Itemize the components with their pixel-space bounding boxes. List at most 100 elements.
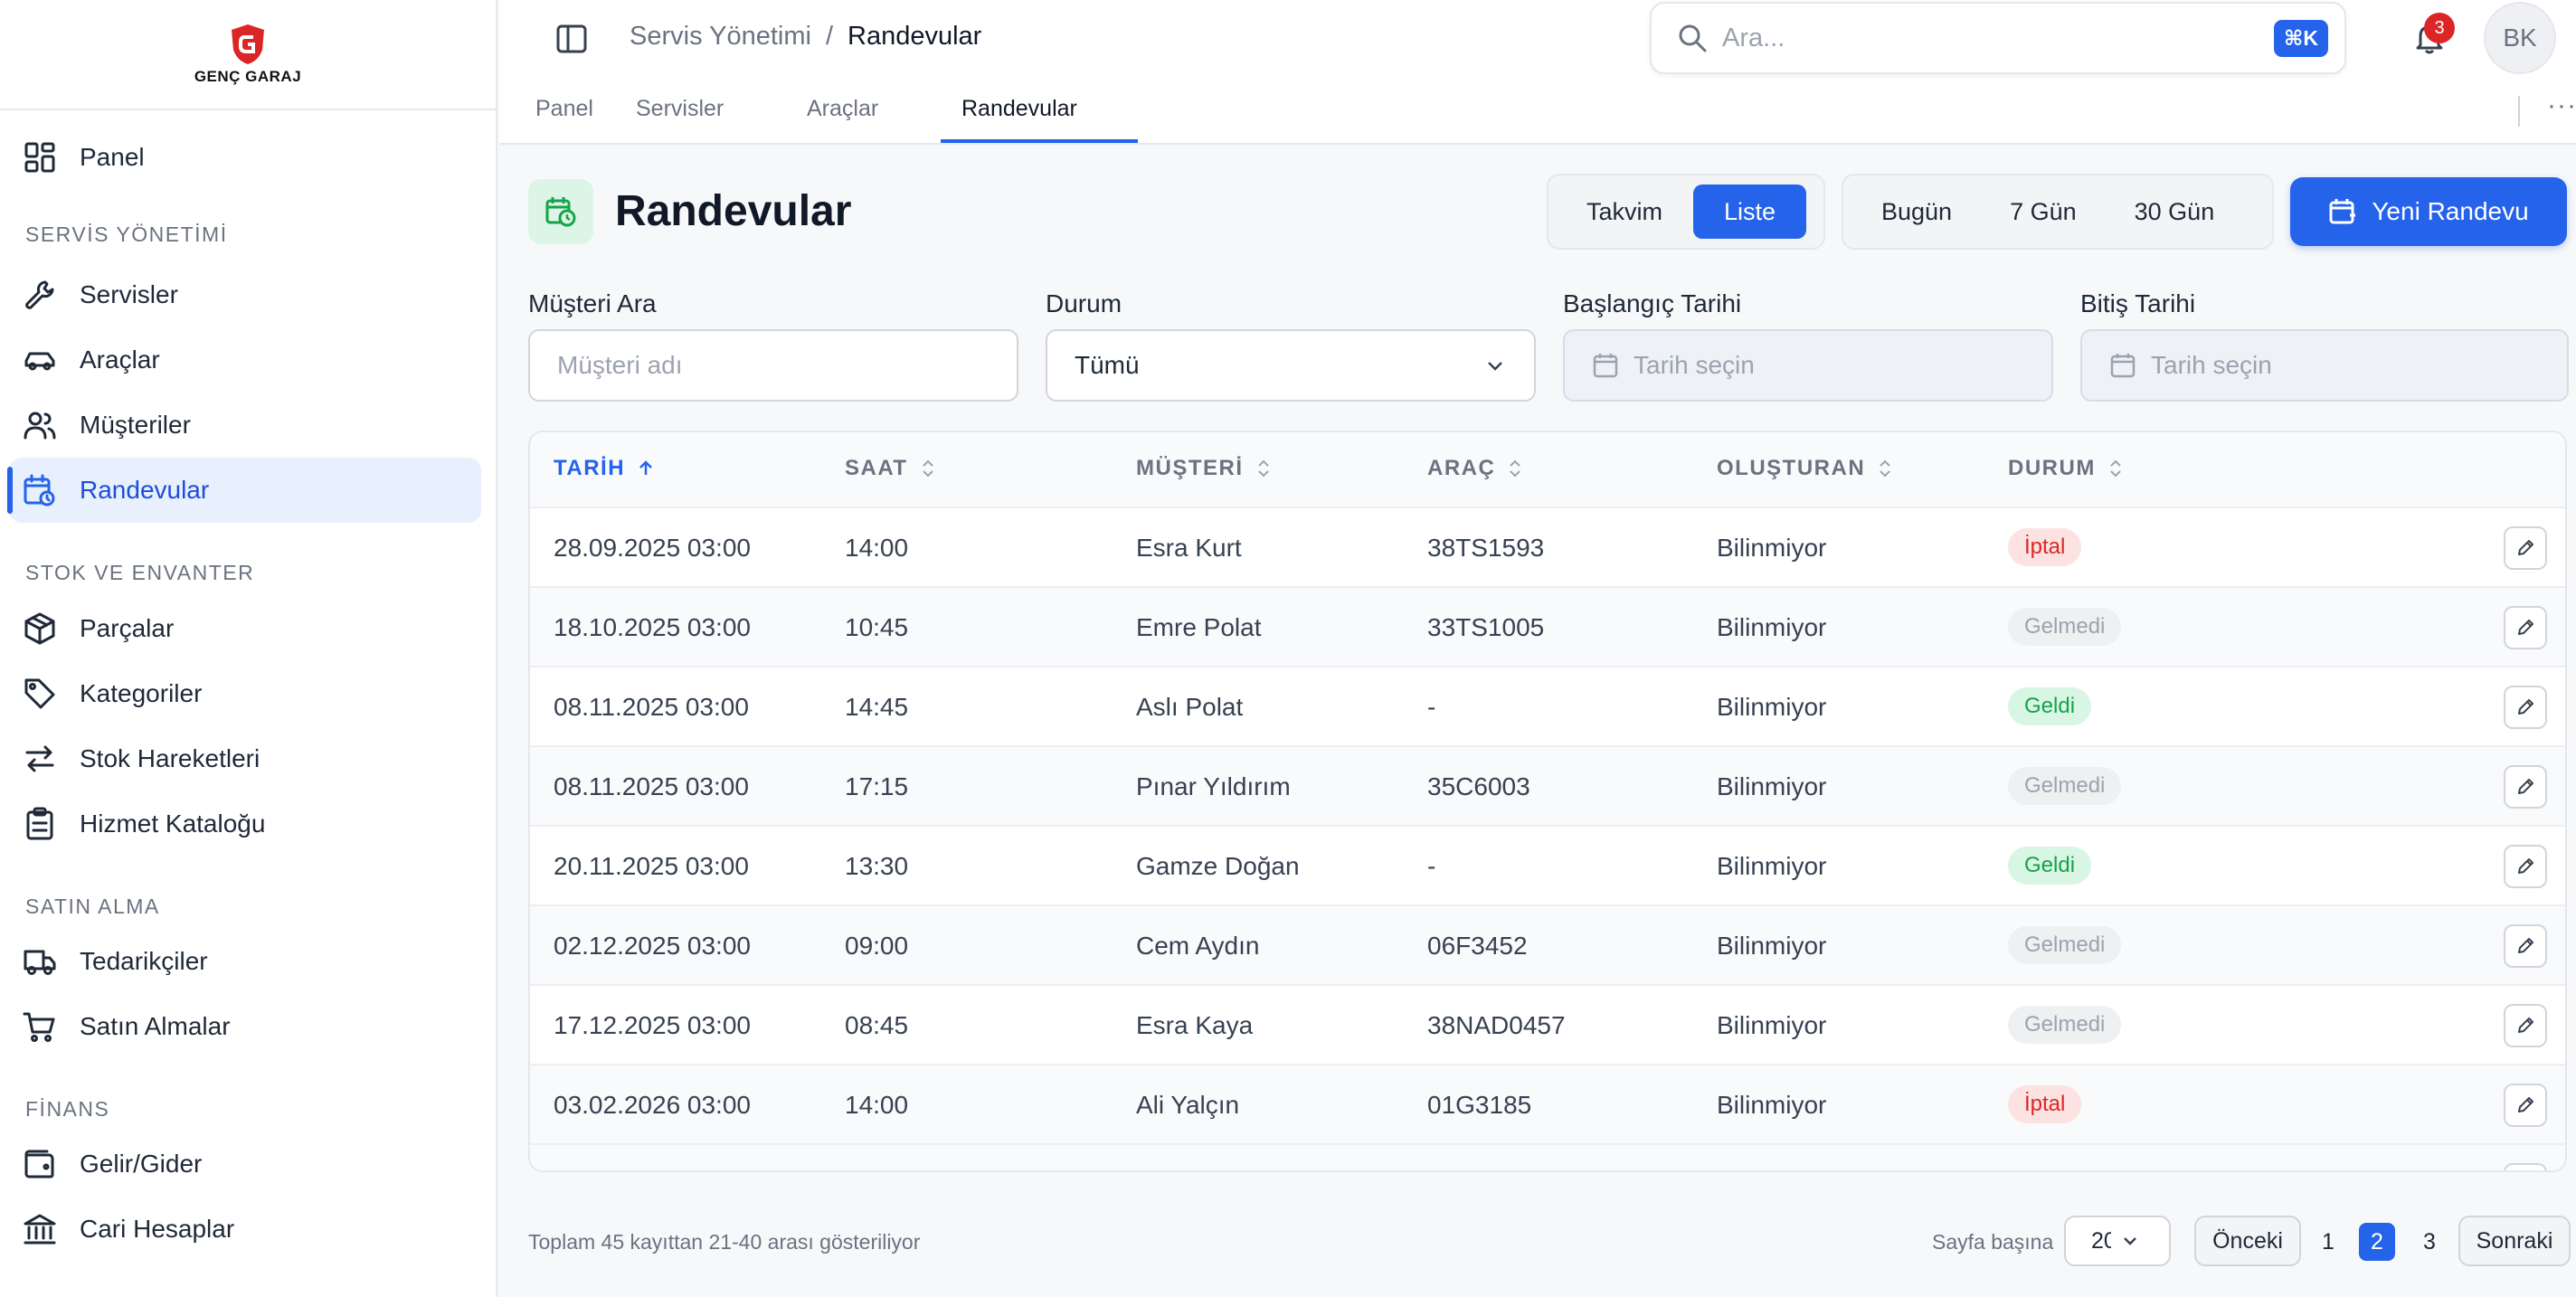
edit-button[interactable]: [2504, 845, 2547, 888]
pagination-summary: Toplam 45 kayıttan 21-40 arası gösterili…: [528, 1230, 921, 1254]
table-row[interactable]: [530, 1143, 2565, 1170]
tab-araclar[interactable]: Araçlar: [807, 96, 878, 122]
table-row[interactable]: 08.11.2025 03:00 17:15 Pınar Yıldırım 35C60…: [530, 745, 2565, 825]
table-row[interactable]: 18.10.2025 03:00 10:45 Emre Polat 33TS1005 B…: [530, 586, 2565, 666]
sidebar-item-par-alar[interactable]: Parçalar: [9, 596, 481, 661]
edit-button[interactable]: [2504, 606, 2547, 649]
column-header[interactable]: TARİH: [554, 456, 656, 481]
search-icon: [1679, 24, 1707, 52]
sidebar-item-servisler[interactable]: Servisler: [9, 262, 481, 327]
cell-time: 14:00: [845, 1091, 909, 1119]
sidebar-item-randevular[interactable]: Randevular: [7, 458, 481, 523]
end-date-picker[interactable]: Tarih seçin: [2080, 329, 2569, 402]
page-2-button[interactable]: 2: [2359, 1223, 2395, 1261]
sidebar-item-panel[interactable]: Panel: [9, 125, 481, 190]
brand-logo[interactable]: GENÇ GARAJ: [0, 0, 496, 110]
end-date-placeholder: Tarih seçin: [2151, 351, 2272, 379]
date-range-toggle: Bugün 7 Gün 30 Gün: [1842, 174, 2274, 250]
breadcrumb-current: Randevular: [848, 22, 982, 51]
edit-button[interactable]: [2504, 1004, 2547, 1047]
column-header-label: TARİH: [554, 456, 626, 480]
per-page-select[interactable]: 20: [2064, 1216, 2171, 1266]
status-select[interactable]: Tümü: [1046, 329, 1536, 402]
search-input[interactable]: Ara... ⌘K: [1650, 2, 2346, 74]
column-header-label: SAAT: [845, 456, 908, 480]
sidebar-item-label: Kategoriler: [80, 679, 203, 707]
sidebar-item-cari-hesaplar[interactable]: Cari Hesaplar: [9, 1197, 481, 1262]
sidebar-section-title: SERVİS YÖNETİMİ: [25, 222, 228, 246]
tab-randevular[interactable]: Randevular: [961, 96, 1077, 122]
cell-created-by: Bilinmiyor: [1717, 852, 1827, 880]
wallet-icon: [22, 1146, 58, 1182]
edit-button[interactable]: [2504, 765, 2547, 809]
edit-button[interactable]: [2504, 1084, 2547, 1127]
cell-time: 14:45: [845, 693, 909, 721]
new-appointment-button[interactable]: Yeni Randevu: [2290, 177, 2567, 246]
cell-customer: Gamze Doğan: [1136, 852, 1300, 880]
sidebar-item-tedarik-iler[interactable]: Tedarikçiler: [9, 929, 481, 994]
table-row[interactable]: 02.12.2025 03:00 09:00 Cem Aydın 06F3452 Bil…: [530, 904, 2565, 984]
edit-button[interactable]: [2504, 924, 2547, 968]
column-header[interactable]: ARAÇ: [1427, 456, 1524, 481]
cart-icon: [22, 1008, 58, 1045]
view-list-button[interactable]: Liste: [1693, 185, 1807, 239]
sidebar-item-label: Tedarikçiler: [80, 947, 208, 975]
sidebar-item-m-teriler[interactable]: Müşteriler: [9, 393, 481, 458]
tag-icon: [24, 678, 55, 709]
sidebar-item-hizmet-katalo-u[interactable]: Hizmet Kataloğu: [9, 791, 481, 857]
customer-filter-label: Müşteri Ara: [528, 289, 657, 317]
customer-search-placeholder: Müşteri adı: [557, 351, 683, 379]
next-page-button[interactable]: Sonraki: [2458, 1216, 2571, 1266]
table-row[interactable]: 17.12.2025 03:00 08:45 Esra Kaya 38NAD0457 B…: [530, 984, 2565, 1064]
pencil-icon: [2518, 1097, 2533, 1112]
edit-button[interactable]: [2504, 526, 2547, 570]
start-date-picker[interactable]: Tarih seçin: [1563, 329, 2053, 402]
sidebar-toggle-icon[interactable]: [555, 24, 588, 54]
truck-icon: [22, 943, 58, 980]
sidebar-item-stok-hareketleri[interactable]: Stok Hareketleri: [9, 726, 481, 791]
edit-button[interactable]: [2504, 1163, 2547, 1170]
page-1-button[interactable]: 1: [2310, 1223, 2346, 1261]
user-avatar[interactable]: BK: [2484, 2, 2556, 74]
cell-created-by: Bilinmiyor: [1717, 1011, 1827, 1039]
column-header[interactable]: MÜŞTERİ: [1136, 456, 1273, 481]
more-options-icon[interactable]: ···: [2547, 90, 2576, 121]
status-badge: Gelmedi: [2008, 1006, 2122, 1044]
range-30days-button[interactable]: 30 Gün: [2104, 185, 2246, 239]
sidebar-item-gelir-gider[interactable]: Gelir/Gider: [9, 1131, 481, 1197]
cell-customer: Esra Kaya: [1136, 1011, 1254, 1039]
table-row[interactable]: 03.02.2026 03:00 14:00 Ali Yalçın 01G3185 Bi…: [530, 1064, 2565, 1143]
dashboard-icon: [24, 142, 55, 173]
cell-date: 08.11.2025 03:00: [554, 772, 749, 800]
sidebar-item-kategoriler[interactable]: Kategoriler: [9, 661, 481, 726]
table-row[interactable]: 28.09.2025 03:00 14:00 Esra Kurt 38TS1593 Bi…: [530, 506, 2565, 586]
sidebar-item-label: Araçlar: [80, 346, 160, 374]
prev-page-button[interactable]: Önceki: [2194, 1216, 2301, 1266]
edit-button[interactable]: [2504, 686, 2547, 729]
cell-created-by: Bilinmiyor: [1717, 693, 1827, 721]
range-7days-button[interactable]: 7 Gün: [1983, 185, 2104, 239]
range-today-button[interactable]: Bugün: [1851, 185, 1983, 239]
sidebar-item-sat-n-almalar[interactable]: Satın Almalar: [9, 994, 481, 1059]
sort-icon: [1876, 459, 1894, 478]
tab-panel[interactable]: Panel: [535, 96, 593, 122]
page-3-button[interactable]: 3: [2411, 1223, 2448, 1261]
bank-icon: [24, 1214, 56, 1245]
column-header[interactable]: DURUM: [2008, 456, 2125, 481]
sidebar-item-ara-lar[interactable]: Araçlar: [9, 327, 481, 393]
status-badge: İptal: [2008, 528, 2082, 566]
pencil-icon: [2518, 858, 2533, 874]
tab-servisler[interactable]: Servisler: [636, 96, 724, 122]
notification-count-badge: 3: [2424, 13, 2455, 43]
column-header[interactable]: SAAT: [845, 456, 937, 481]
customer-search-input[interactable]: Müşteri adı: [528, 329, 1018, 402]
breadcrumb-parent[interactable]: Servis Yönetimi: [630, 22, 811, 52]
status-badge: Gelmedi: [2008, 767, 2122, 805]
column-header[interactable]: OLUŞTURAN: [1717, 456, 1894, 481]
table-row[interactable]: 08.11.2025 03:00 14:45 Aslı Polat - Bilinmiy…: [530, 666, 2565, 745]
sidebar-item-label: Parçalar: [80, 614, 175, 642]
cell-vehicle: 06F3452: [1427, 932, 1528, 960]
view-calendar-button[interactable]: Takvim: [1556, 185, 1693, 239]
calendar-clock-icon: [545, 197, 576, 227]
table-row[interactable]: 20.11.2025 03:00 13:30 Gamze Doğan - Bilinmi…: [530, 825, 2565, 904]
